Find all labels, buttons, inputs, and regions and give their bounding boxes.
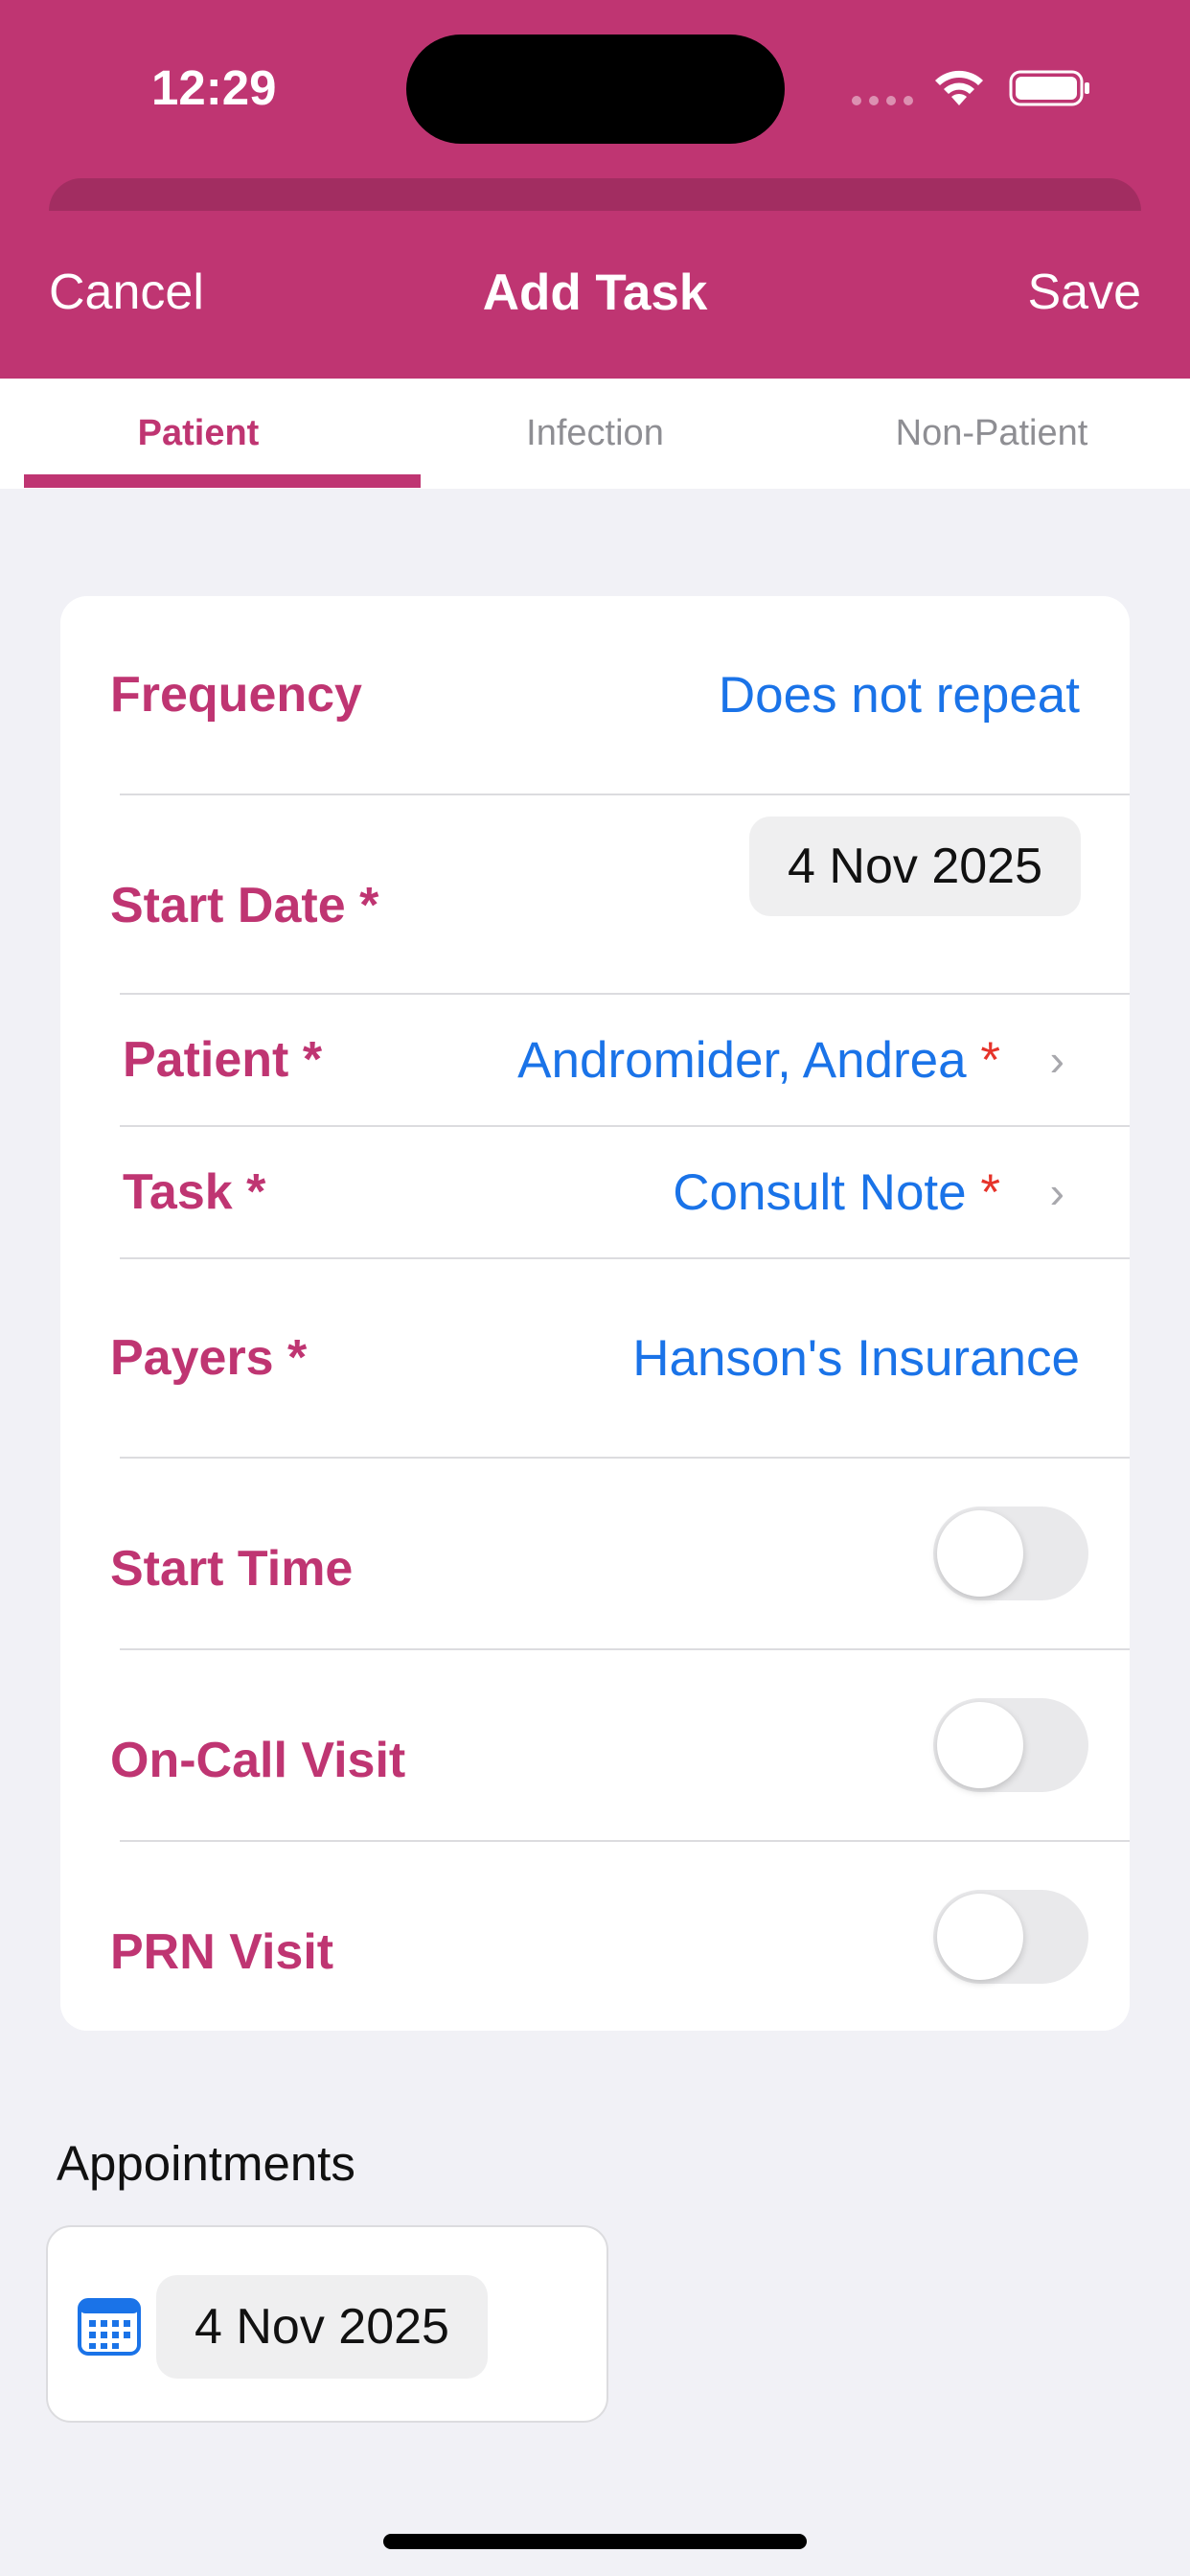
active-tab-indicator [24,474,421,488]
chevron-right-icon: › [1049,1035,1064,1085]
task-row[interactable]: Task * Consult Note * › [60,1127,1130,1257]
sheet-edge [49,178,1141,211]
start-date-row: Start Date * 4 Nov 2025 [60,795,1130,993]
tab-bar: Patient Infection Non-Patient [0,379,1190,489]
appointment-date-picker[interactable]: 4 Nov 2025 [156,2275,488,2379]
wifi-icon [935,70,983,105]
task-label: Task * [123,1164,266,1220]
toggle-knob [937,1510,1023,1597]
frequency-value[interactable]: Does not repeat [719,666,1080,724]
start-date-label: Start Date * [110,878,379,933]
signal-icon [852,96,913,105]
start-time-toggle[interactable] [933,1506,1088,1600]
tab-non-patient[interactable]: Non-Patient [793,379,1190,489]
tab-infection[interactable]: Infection [397,379,793,489]
required-mark: * [980,1163,1000,1221]
prn-visit-label: PRN Visit [110,1924,334,1980]
required-mark: * [980,1031,1000,1089]
on-call-visit-label: On-Call Visit [110,1733,406,1788]
task-form-card: Frequency Does not repeat Start Date * 4… [60,596,1130,2031]
tab-patient[interactable]: Patient [0,379,397,489]
appointment-card: 4 Nov 2025 [46,2225,608,2423]
prn-visit-row: PRN Visit [60,1842,1130,2031]
home-indicator [383,2534,807,2549]
task-value[interactable]: Consult Note * [673,1163,1000,1222]
chevron-right-icon: › [1049,1167,1064,1217]
calendar-icon [78,2298,141,2356]
battery-icon [1009,70,1089,106]
patient-value[interactable]: Andromider, Andrea * [517,1031,1000,1090]
prn-visit-toggle[interactable] [933,1890,1088,1984]
toggle-knob [937,1894,1023,1980]
appointments-heading: Appointments [57,2136,355,2191]
save-button[interactable]: Save [1027,264,1141,321]
payers-value[interactable]: Hanson's Insurance [632,1329,1080,1388]
frequency-label: Frequency [110,667,362,723]
toggle-knob [937,1702,1023,1788]
on-call-visit-row: On-Call Visit [60,1650,1130,1840]
header: 12:29 Cancel Add Task Save [0,0,1190,379]
start-date-picker[interactable]: 4 Nov 2025 [749,816,1081,916]
dynamic-island [406,34,785,144]
patient-row[interactable]: Patient * Andromider, Andrea * › [60,995,1130,1125]
on-call-visit-toggle[interactable] [933,1698,1088,1792]
page-title: Add Task [482,264,708,321]
patient-label: Patient * [123,1032,323,1088]
start-time-label: Start Time [110,1541,354,1597]
frequency-row[interactable]: Frequency Does not repeat [60,596,1130,794]
payers-row[interactable]: Payers * Hanson's Insurance [60,1259,1130,1457]
start-time-row: Start Time [60,1459,1130,1648]
status-time: 12:29 [151,60,277,115]
payers-label: Payers * [110,1330,308,1386]
